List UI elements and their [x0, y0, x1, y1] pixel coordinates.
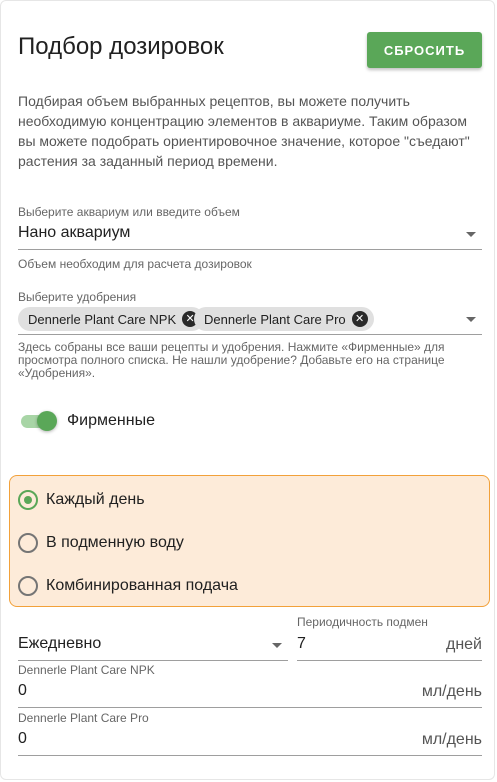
fertilizer-chip: Dennerle Plant Care Pro ✕	[194, 307, 374, 331]
radio-label: В подменную воду	[46, 534, 184, 551]
radio-water-change[interactable]: В подменную воду	[10, 528, 450, 558]
radio-every-day[interactable]: Каждый день	[10, 485, 450, 515]
fertilizer-hint: Здесь собраны все ваши рецепты и удобрен…	[18, 340, 445, 380]
radio-label: Каждый день	[46, 491, 145, 508]
radio-label: Комбинированная подача	[46, 577, 238, 594]
radio-combined[interactable]: Комбинированная подача	[10, 571, 450, 601]
dose-npk-value: 0	[18, 682, 27, 699]
dropdown-arrow-icon	[466, 232, 476, 237]
radio-checked-icon	[18, 490, 38, 510]
water-change-label: Периодичность подмен	[297, 615, 428, 629]
radio-unchecked-icon	[18, 533, 38, 553]
aquarium-select-value: Нано аквариум	[18, 224, 131, 241]
water-change-suffix: дней	[445, 636, 482, 653]
frequency-select-value: Ежедневно	[18, 635, 102, 652]
aquarium-select[interactable]: Нано аквариум	[18, 220, 482, 250]
dropdown-arrow-icon	[272, 643, 282, 648]
page-title: Подбор дозировок	[18, 33, 224, 60]
frequency-select[interactable]: Ежедневно	[18, 631, 288, 661]
dose-pro-suffix: мл/день	[421, 731, 482, 748]
radio-unchecked-icon	[18, 576, 38, 596]
dosage-card: Подбор дозировок СБРОСИТЬ Подбирая объем…	[0, 0, 495, 780]
dose-pro-value: 0	[18, 730, 27, 747]
aquarium-select-label: Выберите аквариум или введите объем	[18, 205, 240, 219]
description-text: Подбирая объем выбранных рецептов, вы мо…	[18, 93, 470, 169]
chip-remove-icon[interactable]: ✕	[351, 311, 368, 327]
brand-toggle[interactable]	[19, 409, 59, 433]
chip-label: Dennerle Plant Care NPK	[28, 311, 177, 327]
reset-button[interactable]: СБРОСИТЬ	[367, 32, 482, 68]
dose-pro-label: Dennerle Plant Care Pro	[18, 711, 149, 725]
dose-npk-input[interactable]: 0 мл/день	[18, 678, 482, 708]
fertilizer-select-label: Выберите удобрения	[18, 290, 137, 304]
dosing-mode-group: Каждый день В подменную воду Комбинирова…	[9, 475, 490, 607]
dose-npk-suffix: мл/день	[421, 683, 482, 700]
dropdown-arrow-icon	[466, 317, 476, 322]
dose-npk-label: Dennerle Plant Care NPK	[18, 663, 155, 677]
aquarium-hint: Объем необходим для расчета дозировок	[18, 257, 252, 271]
water-change-input[interactable]: 7 дней	[297, 631, 482, 661]
toggle-thumb	[37, 411, 57, 431]
fertilizer-chip: Dennerle Plant Care NPK ✕	[18, 307, 205, 331]
chip-label: Dennerle Plant Care Pro	[204, 311, 346, 327]
dose-pro-input[interactable]: 0 мл/день	[18, 726, 482, 756]
brand-toggle-label: Фирменные	[67, 412, 155, 429]
water-change-value: 7	[297, 635, 306, 652]
